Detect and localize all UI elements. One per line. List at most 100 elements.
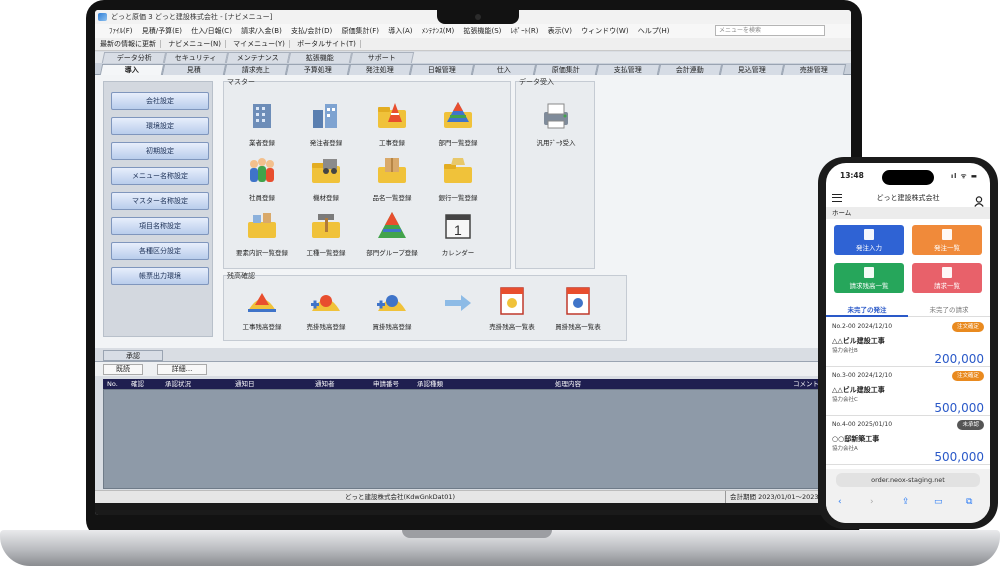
menu-intro[interactable]: 導入(A) [388, 27, 412, 35]
calendar-icon[interactable]: 1 [441, 210, 475, 242]
refresh-button[interactable]: 最新の情報に更新 [100, 40, 161, 48]
menu-window[interactable]: ウィンドウ(W) [581, 27, 628, 35]
mark-read-button[interactable]: 既読 [103, 364, 143, 375]
master-name-settings-button[interactable]: マスター名称設定 [111, 192, 209, 210]
city-icon[interactable] [309, 100, 343, 132]
order-input-tile[interactable]: 発注入力 [834, 225, 904, 255]
tab-daily-report[interactable]: 日報管理 [409, 64, 475, 75]
col-approval-status[interactable]: 承認状況 [165, 379, 191, 389]
payable-report-icon[interactable] [561, 285, 595, 317]
bookmarks-icon[interactable]: ▭ [934, 497, 943, 507]
tab-approval[interactable]: 承認 [103, 350, 163, 361]
col-process[interactable]: 処理内容 [555, 379, 581, 389]
tab-cost-summary[interactable]: 原価集計 [533, 64, 599, 75]
hamburger-menu-icon[interactable] [832, 194, 842, 202]
receivable-report-icon[interactable] [495, 285, 529, 317]
tab-support[interactable]: サポート [349, 52, 415, 63]
col-no[interactable]: No. [107, 379, 118, 389]
col-notify-date[interactable]: 通知日 [235, 379, 255, 389]
navi-content: 会社設定 環境設定 初期設定 メニュー名称設定 マスター名称設定 項目名称設定 … [95, 75, 851, 348]
environment-settings-button[interactable]: 環境設定 [111, 117, 209, 135]
order-amount: 500,000 [934, 450, 984, 464]
tab-payment[interactable]: 支払管理 [595, 64, 661, 75]
balance-payable-icon[interactable] [375, 285, 409, 317]
order-amount: 500,000 [934, 401, 984, 415]
menu-search-input[interactable]: メニューを検索 [715, 25, 825, 36]
balance-receivable-icon[interactable] [309, 285, 343, 317]
folder-pyramid-icon[interactable] [441, 100, 475, 132]
tab-extensions[interactable]: 拡張機能 [287, 52, 353, 63]
col-request-no[interactable]: 申請番号 [373, 379, 399, 389]
report-output-button[interactable]: 帳票出力環境 [111, 267, 209, 285]
pyramid-icon[interactable] [375, 210, 409, 242]
folder-bank-icon[interactable] [441, 155, 475, 187]
tabs-icon[interactable]: ⧉ [966, 497, 972, 507]
menu-help[interactable]: ヘルプ(H) [638, 27, 670, 35]
folder-cone-icon[interactable] [375, 100, 409, 132]
tab-budget[interactable]: 予算処理 [285, 64, 351, 75]
tab-forecast[interactable]: 見込管理 [719, 64, 785, 75]
my-menu-button[interactable]: マイメニュー(Y) [233, 40, 290, 48]
col-approval-type[interactable]: 承認種類 [417, 379, 443, 389]
tab-incomplete-orders[interactable]: 未完了の発注 [826, 303, 908, 317]
item-name-settings-button[interactable]: 項目名称設定 [111, 217, 209, 235]
menu-extensions[interactable]: 拡張機能(S) [463, 27, 501, 35]
building-icon[interactable] [245, 100, 279, 132]
navi-menu-button[interactable]: ナビメニュー(N) [168, 40, 226, 48]
user-icon[interactable] [974, 192, 984, 207]
tab-billing-sales[interactable]: 請求売上 [223, 64, 289, 75]
share-icon[interactable]: ⇪ [902, 497, 910, 507]
initial-settings-button[interactable]: 初期設定 [111, 142, 209, 160]
balance-project-icon[interactable] [245, 285, 279, 317]
folder-machine-icon[interactable] [309, 155, 343, 187]
menu-estimate[interactable]: 見積/予算(E) [142, 27, 182, 35]
folder-blocks-icon[interactable] [245, 210, 279, 242]
printer-import-icon[interactable] [539, 100, 573, 132]
phone-screen: 13:48 ıl ᯤ ▬ どっと建設株式会社 ホーム 発注入力 発注一覧 請求残… [826, 163, 990, 523]
tab-accounting[interactable]: 会計連動 [657, 64, 723, 75]
people-icon[interactable] [245, 155, 279, 187]
generic-import-label: 汎用ﾃﾞｰﾀ受入 [536, 139, 576, 147]
menu-payment[interactable]: 支払/会計(D) [291, 27, 332, 35]
order-card[interactable]: No.4-00 2025/01/10 未承認 ○○邸新築工事 協力会社A 500… [826, 417, 990, 465]
menu-cost[interactable]: 原価集計(F) [341, 27, 379, 35]
category-settings-button[interactable]: 各種区分設定 [111, 242, 209, 260]
menu-invoice[interactable]: 請求/入金(B) [241, 27, 282, 35]
col-confirm[interactable]: 確認 [131, 379, 144, 389]
portal-site-button[interactable]: ポータルサイト(T) [297, 40, 361, 48]
menu-purchase[interactable]: 仕入/日報(C) [191, 27, 232, 35]
order-list-tile[interactable]: 発注一覧 [912, 225, 982, 255]
tab-purchase[interactable]: 仕入 [471, 64, 537, 75]
url-field[interactable]: order.neox-staging.net [836, 473, 980, 487]
folder-box-icon[interactable] [375, 155, 409, 187]
approval-grid-body[interactable] [103, 389, 851, 489]
window-title: どっと原価 3 どっと建設株式会社 - [ナビメニュー] [111, 13, 273, 21]
project-register-label: 工事登録 [379, 139, 405, 147]
tab-maintenance[interactable]: メンテナンス [225, 52, 291, 63]
tab-incomplete-invoices[interactable]: 未完了の請求 [908, 303, 990, 317]
order-card[interactable]: No.3-00 2024/12/10 注文確定 △△ビル建設工事 協力会社C 5… [826, 368, 990, 416]
invoice-balance-tile[interactable]: 請求残高一覧 [834, 263, 904, 293]
tab-intro[interactable]: 導入 [99, 64, 165, 75]
tab-order[interactable]: 発注処理 [347, 64, 413, 75]
back-icon[interactable]: ‹ [838, 497, 842, 507]
details-button[interactable]: 詳細... [157, 364, 207, 375]
tab-data-analysis[interactable]: データ分析 [101, 52, 167, 63]
statusbar: どっと建設株式会社(KdwGnkDat01) 会計期間 2023/01/01～2… [95, 490, 851, 503]
company-settings-button[interactable]: 会社設定 [111, 92, 209, 110]
menu-name-settings-button[interactable]: メニュー名称設定 [111, 167, 209, 185]
col-comment[interactable]: コメント [793, 379, 819, 389]
forward-icon[interactable]: › [870, 497, 874, 507]
tab-receivables[interactable]: 売掛管理 [781, 64, 847, 75]
folder-hammer-icon[interactable] [309, 210, 343, 242]
element-breakdown-label: 要素内訳一覧登録 [236, 249, 288, 257]
order-card[interactable]: No.2-00 2024/12/10 注文確定 △△ビル建設工事 協力会社B 2… [826, 319, 990, 367]
menu-view[interactable]: 表示(V) [548, 27, 572, 35]
tab-estimate[interactable]: 見積 [161, 64, 227, 75]
menu-maintenance[interactable]: ﾒﾝﾃﾅﾝｽ(M) [422, 27, 455, 35]
menu-file[interactable]: ﾌｧｲﾙ(F) [109, 27, 133, 35]
invoice-list-tile[interactable]: 請求一覧 [912, 263, 982, 293]
col-notifier[interactable]: 通知者 [315, 379, 335, 389]
menu-report[interactable]: ﾚﾎﾟｰﾄ(R) [511, 27, 539, 35]
tab-security[interactable]: セキュリティ [163, 52, 229, 63]
